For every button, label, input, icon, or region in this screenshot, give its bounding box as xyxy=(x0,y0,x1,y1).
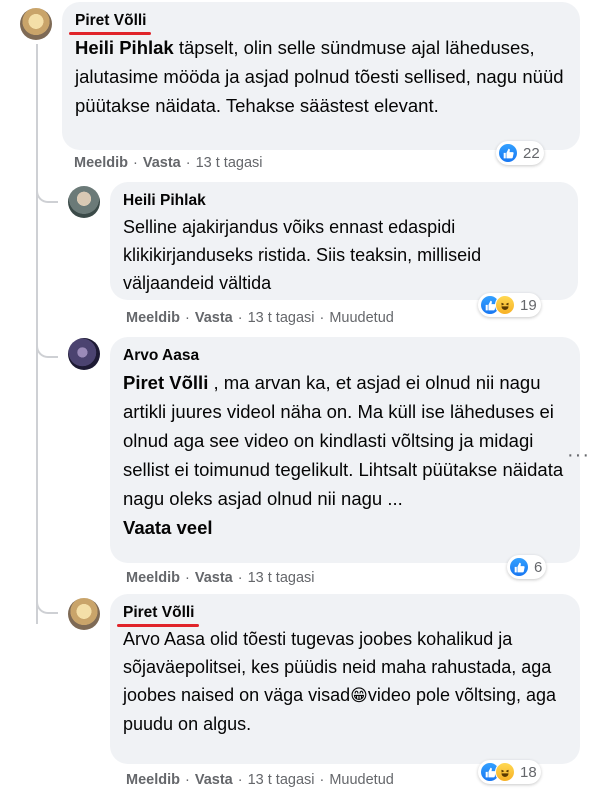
like-button[interactable]: Meeldib xyxy=(126,570,180,586)
comment-actions: Meeldib · Vasta · 13 t tagasi · Muudetud xyxy=(126,772,394,788)
like-reaction-icon xyxy=(509,557,529,577)
thread-connector xyxy=(36,183,58,203)
comment-bubble: Heili Pihlak Selline ajakirjandus võiks … xyxy=(110,182,578,300)
avatar[interactable] xyxy=(68,338,100,370)
avatar[interactable] xyxy=(68,186,100,218)
author-name[interactable]: Heili Pihlak xyxy=(123,191,206,211)
reaction-summary[interactable]: 19 xyxy=(478,293,541,317)
avatar[interactable] xyxy=(20,8,52,40)
thread-connector xyxy=(36,338,58,358)
reaction-summary[interactable]: 18 xyxy=(478,760,541,784)
timestamp[interactable]: 13 t tagasi xyxy=(248,772,315,788)
thread-connector xyxy=(36,594,58,614)
see-more-link[interactable]: Vaata veel xyxy=(123,513,567,542)
timestamp[interactable]: 13 t tagasi xyxy=(248,310,315,326)
comment-actions: Meeldib · Vasta · 13 t tagasi xyxy=(74,155,263,171)
reply-button[interactable]: Vasta xyxy=(195,310,233,326)
timestamp[interactable]: 13 t tagasi xyxy=(248,570,315,586)
like-button[interactable]: Meeldib xyxy=(126,310,180,326)
comment-text: Selline ajakirjandus võiks ennast edaspi… xyxy=(123,217,482,293)
reply-button[interactable]: Vasta xyxy=(195,772,233,788)
mention-link[interactable]: Piret Võlli xyxy=(123,372,208,393)
reaction-count: 18 xyxy=(520,763,537,781)
haha-reaction-icon xyxy=(495,295,515,315)
comment-bubble: Arvo Aasa Piret Võlli , ma arvan ka, et … xyxy=(110,337,580,563)
comment-text: Heili Pihlak täpselt, olin selle sündmus… xyxy=(75,37,564,116)
like-button[interactable]: Meeldib xyxy=(126,772,180,788)
comment-text: Piret Võlli , ma arvan ka, et asjad ei o… xyxy=(123,368,567,542)
timestamp[interactable]: 13 t tagasi xyxy=(196,155,263,171)
reply-button[interactable]: Vasta xyxy=(195,570,233,586)
like-button[interactable]: Meeldib xyxy=(74,155,128,171)
like-reaction-icon xyxy=(498,143,518,163)
reaction-summary[interactable]: 22 xyxy=(496,141,544,165)
comment-bubble: Piret Võlli Arvo Aasa olid tõesti tugeva… xyxy=(110,594,580,764)
comment-bubble: Piret Võlli Heili Pihlak täpselt, olin s… xyxy=(62,2,580,150)
author-name[interactable]: Arvo Aasa xyxy=(123,346,199,366)
haha-reaction-icon xyxy=(495,762,515,782)
thread-line xyxy=(36,44,38,624)
avatar[interactable] xyxy=(68,598,100,630)
comment-actions: Meeldib · Vasta · 13 t tagasi · Muudetud xyxy=(126,310,394,326)
reply-button[interactable]: Vasta xyxy=(143,155,181,171)
grin-emoji-icon: 😁 xyxy=(350,686,368,706)
reaction-count: 6 xyxy=(534,558,543,576)
author-name[interactable]: Piret Võlli xyxy=(69,11,150,35)
author-name[interactable]: Piret Võlli xyxy=(117,603,198,627)
comment-text: Arvo Aasa olid tõesti tugevas joobes koh… xyxy=(123,629,557,734)
mention-link[interactable]: Heili Pihlak xyxy=(75,37,174,58)
edited-label: Muudetud xyxy=(329,772,394,788)
more-options-icon[interactable]: ··· xyxy=(567,444,590,467)
reaction-summary[interactable]: 6 xyxy=(507,555,547,579)
reaction-count: 22 xyxy=(523,144,540,162)
reaction-count: 19 xyxy=(520,296,537,314)
comment-actions: Meeldib · Vasta · 13 t tagasi xyxy=(126,570,315,586)
edited-label: Muudetud xyxy=(329,310,394,326)
